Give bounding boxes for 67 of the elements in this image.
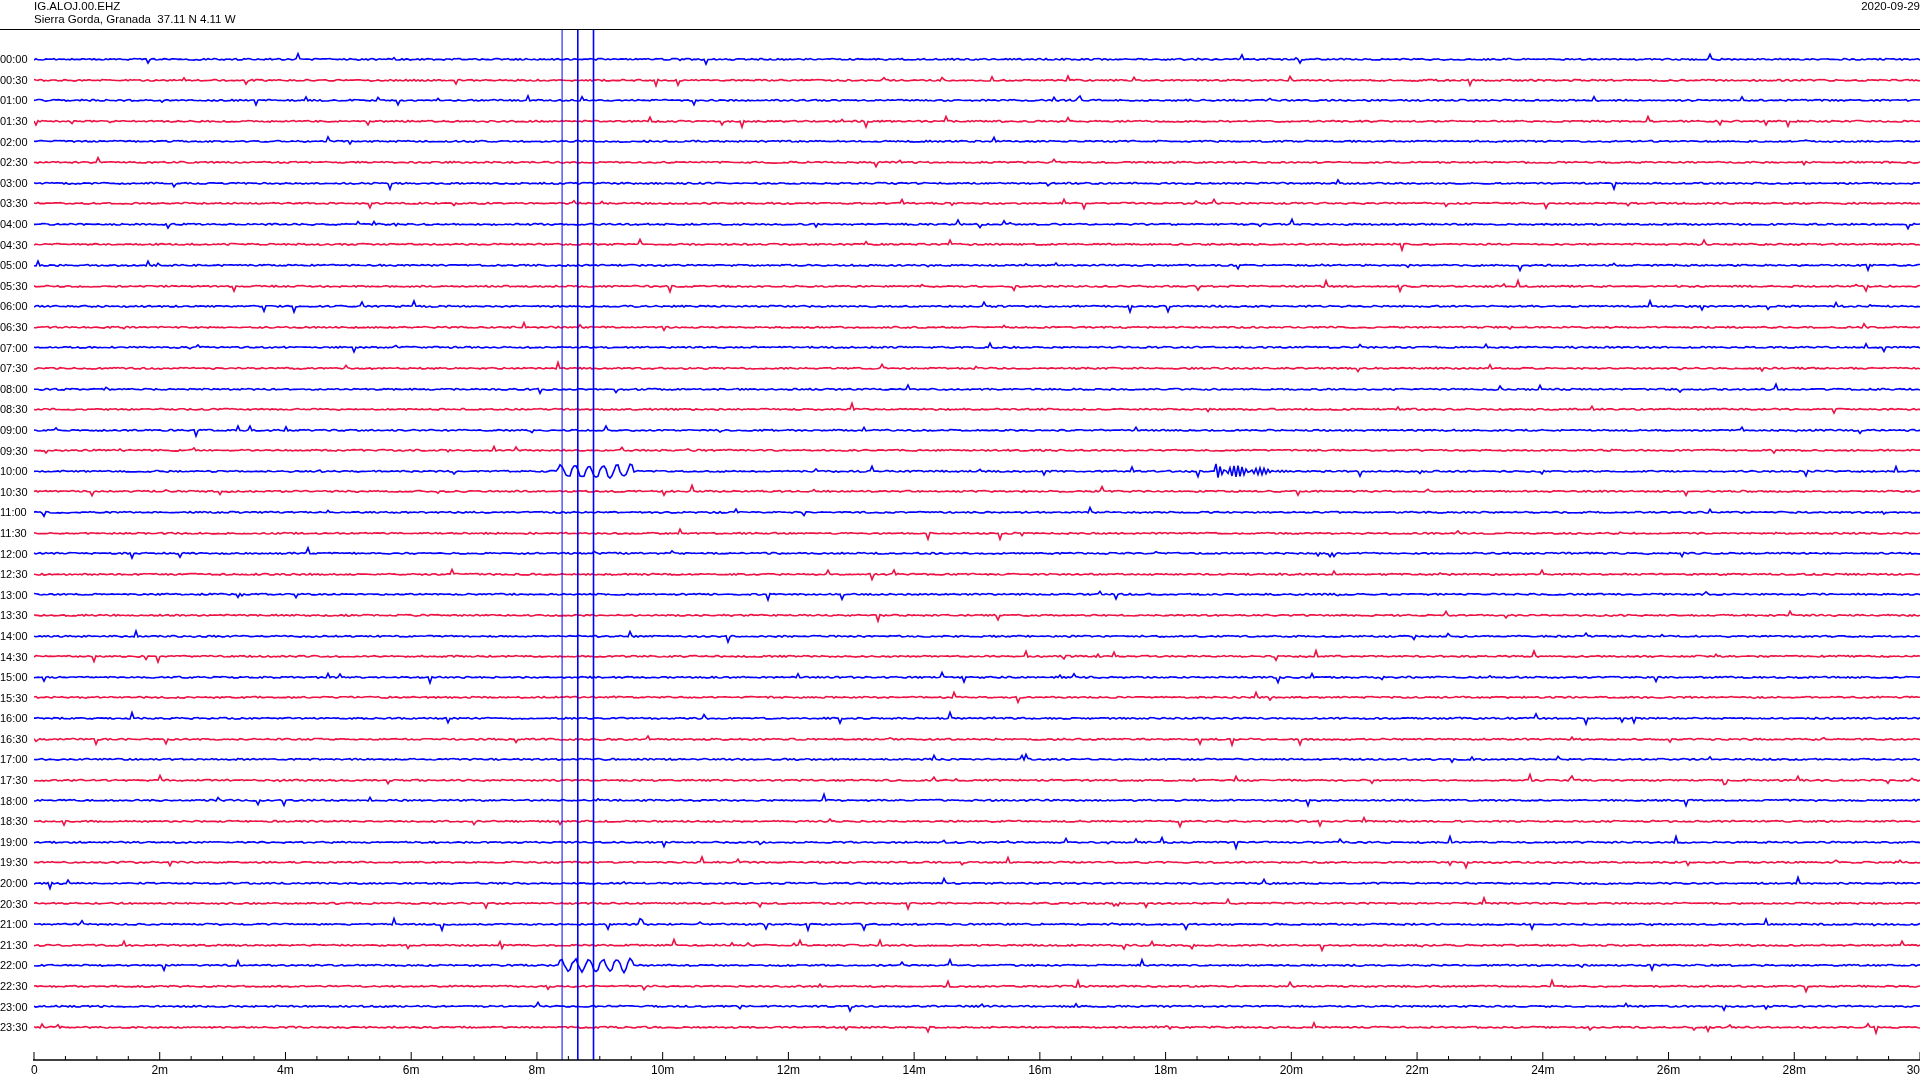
hour-label: 12:30 (0, 568, 29, 581)
date-label: 2020-09-29 (1861, 0, 1920, 14)
hour-label: 02:30 (0, 156, 29, 169)
axis-tick-label: 6m (402, 1062, 420, 1077)
hour-label: 08:00 (0, 382, 29, 395)
hour-label: 07:30 (0, 362, 29, 375)
hour-label: 10:30 (0, 485, 29, 498)
axis-tick-label: 20m (1279, 1062, 1303, 1077)
hour-label: 15:00 (0, 671, 29, 684)
hour-label: 16:00 (0, 712, 29, 725)
hour-label: 08:30 (0, 403, 29, 416)
hour-label: 12:00 (0, 547, 29, 560)
hour-label: 00:00 (0, 53, 29, 66)
axis-tick-label: 16m (1028, 1062, 1052, 1077)
hour-label: 06:30 (0, 321, 29, 333)
axis-tick-label: 8m (528, 1062, 546, 1077)
hour-label: 20:00 (0, 877, 29, 890)
hour-label: 09:30 (0, 444, 29, 457)
hour-label: 17:30 (0, 774, 29, 787)
hour-label: 06:00 (0, 300, 29, 313)
axis-tick-label: 28m (1782, 1062, 1806, 1077)
hour-label: 09:00 (0, 424, 29, 436)
hour-label: 17:00 (0, 753, 29, 766)
axis-tick-label: 0 (31, 1062, 38, 1077)
hour-label: 20:30 (0, 897, 29, 910)
hour-label: 19:00 (0, 835, 29, 848)
station-code: IG.ALOJ.00.EHZ (34, 0, 122, 13)
axis-tick-label: 10m (651, 1062, 675, 1077)
hour-label: 18:00 (0, 794, 29, 807)
hour-label: 21:30 (0, 938, 29, 951)
hour-label: 18:30 (0, 815, 29, 828)
axis-tick-label: 2m (151, 1062, 169, 1077)
axis-tick-label: 22m (1405, 1062, 1429, 1077)
hour-label: 19:30 (0, 856, 29, 869)
hour-label: 13:00 (0, 588, 29, 601)
hour-label: 10:00 (0, 465, 29, 478)
hour-label: 04:30 (0, 238, 29, 251)
hour-label: 11:00 (0, 506, 28, 519)
axis-tick-label: 4m (277, 1062, 294, 1077)
hour-label: 22:30 (0, 980, 29, 992)
hour-label: 02:00 (0, 135, 29, 148)
axis-tick-label: 26m (1656, 1062, 1681, 1077)
axis-tick-label: 24m (1531, 1062, 1555, 1077)
hour-label: 03:00 (0, 176, 29, 189)
hour-label: 23:30 (0, 1021, 29, 1034)
hour-label: 03:30 (0, 197, 29, 210)
axis-tick-label: 14m (902, 1062, 926, 1077)
hour-label: 15:30 (0, 691, 29, 704)
hour-label: 23:00 (0, 1000, 29, 1013)
hour-label: 07:00 (0, 341, 29, 354)
hour-label: 05:00 (0, 259, 29, 272)
hour-label: 16:30 (0, 732, 29, 745)
axis-tick-label: 12m (776, 1062, 801, 1077)
hour-label: 11:30 (0, 526, 28, 539)
hour-label: 01:00 (0, 94, 29, 107)
hour-label: 01:30 (0, 115, 29, 128)
station-location: Sierra Gorda, Granada 37.11 N 4.11 W (34, 13, 236, 26)
hour-label: 22:00 (0, 959, 29, 972)
hour-label: 04:00 (0, 218, 29, 231)
hour-label: 05:30 (0, 279, 29, 292)
hour-label: 14:30 (0, 650, 29, 663)
hour-label: 13:30 (0, 609, 29, 622)
axis-tick-label: 30 (1906, 1062, 1920, 1077)
axis-tick-label: 18m (1153, 1062, 1178, 1077)
hour-label: 14:00 (0, 629, 29, 642)
hour-label: 21:00 (0, 918, 29, 931)
hour-label: 00:30 (0, 73, 29, 86)
